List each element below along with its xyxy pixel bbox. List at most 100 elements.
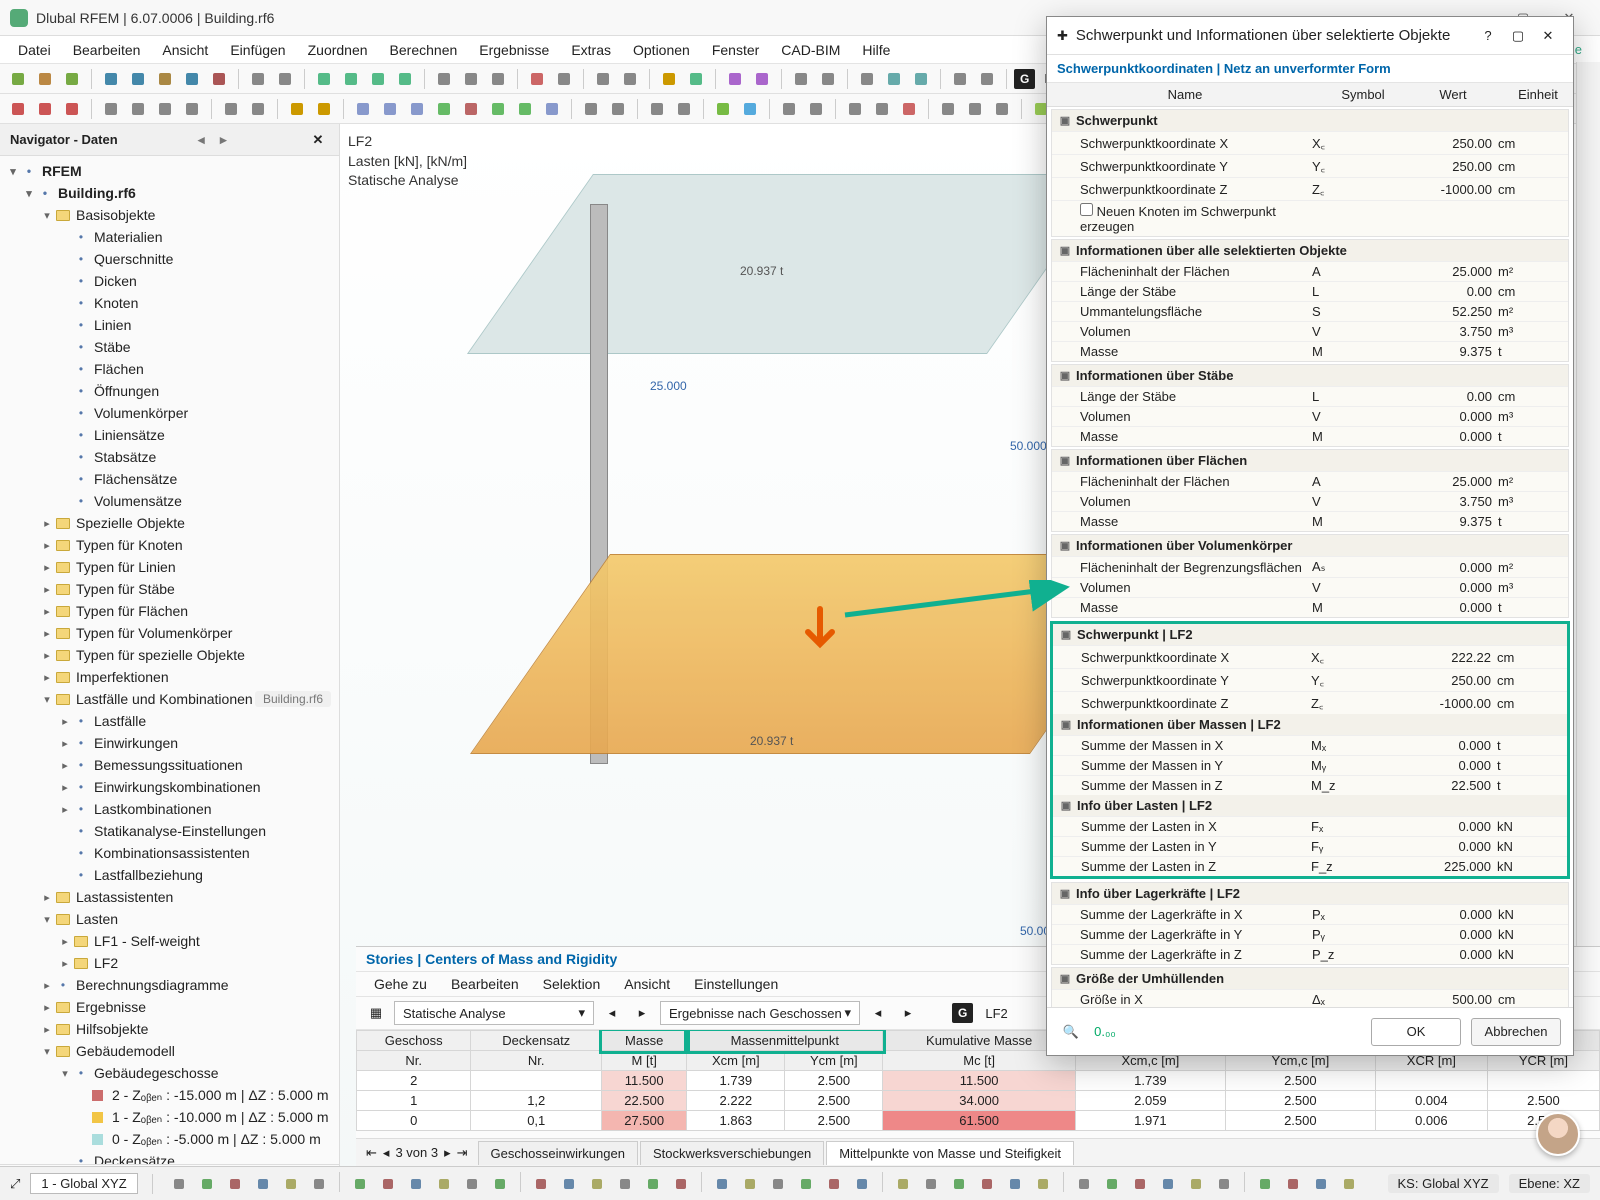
status-tool-5[interactable] [307,1172,331,1196]
toolbar-btn-tb2-24[interactable] [579,97,603,121]
tree-rfem[interactable]: ▾•RFEM [2,160,337,182]
toolbar-btn-tb1-39[interactable] [909,67,933,91]
tree-lf2[interactable]: ▸LF2 [2,952,337,974]
toolbar-btn-tb2-10[interactable] [246,97,270,121]
pager[interactable]: ⇤◂3 von 3▸⇥ [356,1145,478,1161]
results-menu-selektion[interactable]: Selektion [533,974,611,994]
toolbar-btn-tb1-5[interactable] [126,67,150,91]
toolbar-btn-tb1-23[interactable] [552,67,576,91]
toolbar-btn-tb1-10[interactable] [246,67,270,91]
status-tool-19[interactable] [738,1172,762,1196]
analysis-combo[interactable]: Statische Analyse▾ [394,1001,594,1025]
toolbar-btn-tb1-34[interactable] [789,67,813,91]
toolbar-btn-tb1-28[interactable] [657,67,681,91]
toolbar-btn-tb2-28[interactable] [672,97,696,121]
menu-datei[interactable]: Datei [8,39,61,61]
menu-einfügen[interactable]: Einfügen [220,39,295,61]
toolbar-btn-tb1-25[interactable] [591,67,615,91]
tree-linien[interactable]: •Linien [2,314,337,336]
section-informationen-ber-volumenk-rper[interactable]: ▣Informationen über Volumenkörper [1052,535,1568,556]
status-tool-18[interactable] [710,1172,734,1196]
toolbar-btn-tb2-7[interactable] [180,97,204,121]
toolbar-btn-tb1-41[interactable] [948,67,972,91]
toolbar-btn-tb2-20[interactable] [486,97,510,121]
menu-zuordnen[interactable]: Zuordnen [298,39,378,61]
toolbar-btn-tb1-16[interactable] [393,67,417,91]
toolbar-btn-tb2-38[interactable] [897,97,921,121]
section-gr-e-der-umh-llenden[interactable]: ▣Größe der Umhüllenden [1052,968,1568,989]
ok-button[interactable]: OK [1371,1018,1461,1046]
toolbar-btn-tb1-26[interactable] [618,67,642,91]
dialog-body[interactable]: ▣SchwerpunktSchwerpunktkoordinate XX꜀250… [1047,107,1573,1007]
section-informationen-ber-massen-lf2[interactable]: ▣Informationen über Massen | LF2 [1053,714,1567,735]
toolbar-btn-tb2-4[interactable] [99,97,123,121]
tree-lasten[interactable]: ▾Lasten [2,908,337,930]
menu-bearbeiten[interactable]: Bearbeiten [63,39,151,61]
toolbar-btn-tb2-36[interactable] [843,97,867,121]
toolbar-btn-tb1-32[interactable] [750,67,774,91]
toolbar-btn-tb2-13[interactable] [312,97,336,121]
menu-optionen[interactable]: Optionen [623,39,700,61]
tree-building-rf6[interactable]: ▾•Building.rf6 [2,182,337,204]
nav-next2-icon[interactable]: ▸ [896,1001,920,1025]
navigator-next-icon[interactable]: ▸ [212,132,234,148]
toolbar-btn-tb1-37[interactable] [855,67,879,91]
status-tool-11[interactable] [488,1172,512,1196]
tree-imperfektionen[interactable]: ▸Imperfektionen [2,666,337,688]
tree-lastfallbeziehung[interactable]: •Lastfallbeziehung [2,864,337,886]
tree-lastassistenten[interactable]: ▸Lastassistenten [2,886,337,908]
section-schwerpunkt[interactable]: ▣Schwerpunkt [1052,110,1568,131]
status-tool-39[interactable] [1337,1172,1361,1196]
toolbar-btn-tb2-18[interactable] [432,97,456,121]
status-tool-7[interactable] [376,1172,400,1196]
toolbar-btn-tb2-30[interactable] [711,97,735,121]
status-tool-27[interactable] [975,1172,999,1196]
tree-2-z-15-000-m-z-5-000-m[interactable]: 2 - Zₒᵦₑₙ : -15.000 m | ΔZ : 5.000 m [2,1084,337,1106]
status-tool-38[interactable] [1309,1172,1333,1196]
toolbar-btn-tb2-15[interactable] [351,97,375,121]
toolbar-btn-tb1-15[interactable] [366,67,390,91]
tree-querschnitte[interactable]: •Querschnitte [2,248,337,270]
tree-st-be[interactable]: •Stäbe [2,336,337,358]
tree-lastf-lle-und-kombinationen[interactable]: ▾Lastfälle und KombinationenBuilding.rf6 [2,688,337,710]
create-node-checkbox[interactable] [1080,203,1093,216]
status-tool-28[interactable] [1003,1172,1027,1196]
tree-hilfsobjekte[interactable]: ▸Hilfsobjekte [2,1018,337,1040]
status-tool-22[interactable] [822,1172,846,1196]
status-tool-9[interactable] [432,1172,456,1196]
tree-stabs-tze[interactable]: •Stabsätze [2,446,337,468]
toolbar-btn-tb1-1[interactable] [33,67,57,91]
tree-berechnungsdiagramme[interactable]: ▸•Berechnungsdiagramme [2,974,337,996]
results-tab-1[interactable]: Stockwerksverschiebungen [640,1141,824,1165]
tree-bemessungssituationen[interactable]: ▸•Bemessungssituationen [2,754,337,776]
toolbar-btn-tb1-35[interactable] [816,67,840,91]
toolbar-btn-tb2-40[interactable] [936,97,960,121]
status-tool-1[interactable] [195,1172,219,1196]
status-tool-23[interactable] [850,1172,874,1196]
status-tool-35[interactable] [1212,1172,1236,1196]
story-results-combo[interactable]: Ergebnisse nach Geschossen▾ [660,1001,860,1025]
status-tool-29[interactable] [1031,1172,1055,1196]
toolbar-btn-tb1-13[interactable] [312,67,336,91]
toolbar-btn-tb1-38[interactable] [882,67,906,91]
cs-combo[interactable]: 1 - Global XYZ [30,1173,137,1194]
tree-geb-udemodell[interactable]: ▾Gebäudemodell [2,1040,337,1062]
tree-lastf-lle[interactable]: ▸•Lastfälle [2,710,337,732]
toolbar-btn-tb1-4[interactable] [99,67,123,91]
toolbar-btn-tb1-42[interactable] [975,67,999,91]
toolbar-btn-tb1-11[interactable] [273,67,297,91]
toolbar-btn-tb2-16[interactable] [378,97,402,121]
status-tool-4[interactable] [279,1172,303,1196]
tree-lf1-self-weight[interactable]: ▸LF1 - Self-weight [2,930,337,952]
tree-1-z-10-000-m-z-5-000-m[interactable]: 1 - Zₒᵦₑₙ : -10.000 m | ΔZ : 5.000 m [2,1106,337,1128]
status-tool-10[interactable] [460,1172,484,1196]
section-schwerpunkt-lf2[interactable]: ▣Schwerpunkt | LF2 [1053,624,1567,645]
toolbar-btn-tb2-31[interactable] [738,97,762,121]
toolbar-btn-tb2-25[interactable] [606,97,630,121]
status-tool-36[interactable] [1253,1172,1277,1196]
toolbar-btn-tb2-33[interactable] [777,97,801,121]
tree-statikanalyse-einstellungen[interactable]: •Statikanalyse-Einstellungen [2,820,337,842]
toolbar-btn-tb2-12[interactable] [285,97,309,121]
toolbar-btn-tb2-2[interactable] [60,97,84,121]
menu-cad-bim[interactable]: CAD-BIM [771,39,850,61]
